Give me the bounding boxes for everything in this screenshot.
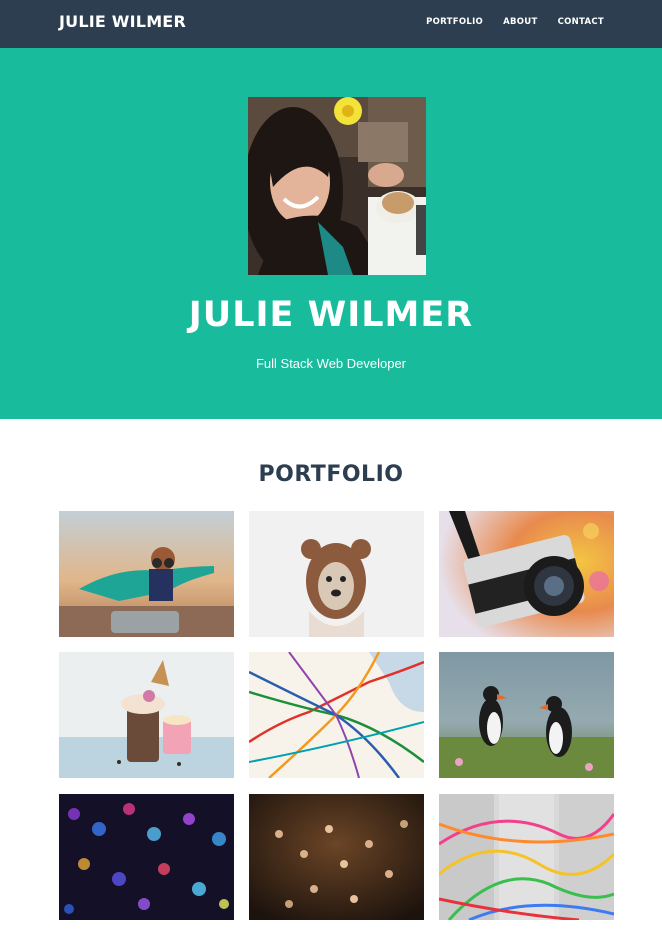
portfolio-item-bokeh-lights[interactable] (59, 794, 234, 920)
portfolio-item-camera[interactable] (439, 511, 614, 637)
hero-name: JULIE WILMER (188, 295, 474, 335)
nav-link-about[interactable]: ABOUT (503, 17, 537, 27)
profile-photo (248, 97, 426, 275)
portfolio-item-subway-map[interactable] (249, 652, 424, 778)
portfolio-item-crowd[interactable] (249, 794, 424, 920)
nav-link-portfolio[interactable]: PORTFOLIO (426, 17, 483, 27)
portfolio-item-dog-bear-hat[interactable] (249, 511, 424, 637)
portfolio-item-synth-cables[interactable] (439, 794, 614, 920)
hero-section: JULIE WILMER Full Stack Web Developer (0, 48, 662, 419)
portfolio-item-boy-pilot[interactable] (59, 511, 234, 637)
portfolio-item-puffins[interactable] (439, 652, 614, 778)
brand-link[interactable]: JULIE WILMER (59, 12, 186, 31)
navbar: JULIE WILMER PORTFOLIO ABOUT CONTACT (0, 0, 662, 48)
nav-link-contact[interactable]: CONTACT (558, 17, 604, 27)
portfolio-item-ice-cream[interactable] (59, 652, 234, 778)
nav-links: PORTFOLIO ABOUT CONTACT (426, 17, 604, 27)
portfolio-title: PORTFOLIO (258, 462, 404, 487)
hero-tagline: Full Stack Web Developer (255, 356, 407, 371)
